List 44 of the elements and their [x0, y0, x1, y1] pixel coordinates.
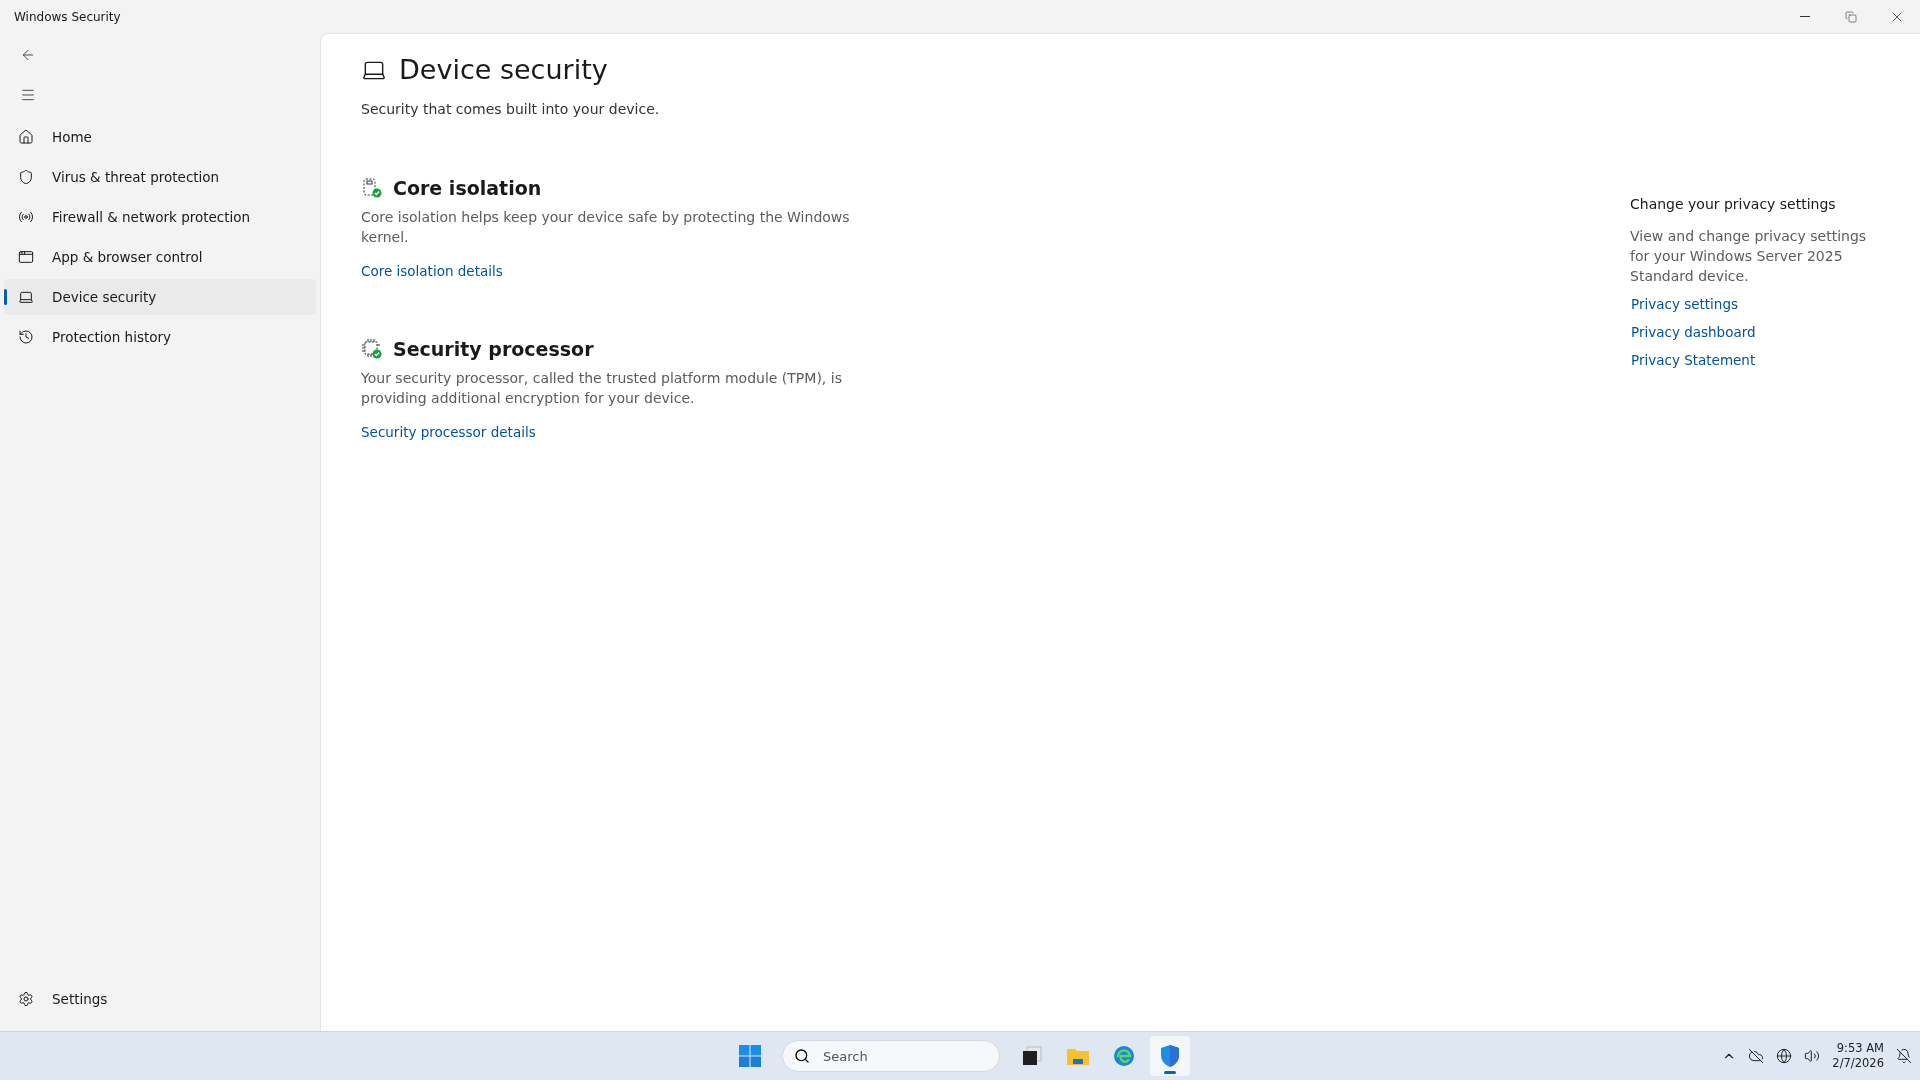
section-description: Core isolation helps keep your device safe by protecting the Windows kernel. [361, 208, 851, 247]
taskbar-search-field[interactable]: Search [782, 1040, 1000, 1072]
window-title: Windows Security [14, 9, 121, 24]
sidebar-item[interactable]: Home [4, 119, 316, 155]
sidebar-item[interactable]: Firewall & network protection [4, 199, 316, 235]
volume-icon[interactable] [1804, 1048, 1821, 1064]
history-icon [18, 329, 34, 345]
antenna-icon [18, 209, 34, 225]
privacy-link[interactable]: Privacy Statement [1631, 352, 1870, 368]
privacy-title: Change your privacy settings [1630, 196, 1837, 212]
page-subtitle: Security that comes built into your device. [361, 101, 661, 117]
section-description: Your security processor, called the trusted platform module (TPM), is providing additional encryption for your device. [361, 369, 843, 408]
section-title: Core isolation [393, 177, 542, 199]
settings-icon [18, 991, 34, 1007]
section-title: Security processor [393, 338, 594, 360]
shield-icon [1159, 1044, 1181, 1068]
globe-icon[interactable] [1776, 1048, 1793, 1064]
clock-time: 9:53 AM [1836, 1041, 1884, 1056]
settings-item[interactable]: Settings [4, 981, 316, 1017]
sidebar-item[interactable]: Protection history [4, 319, 316, 355]
core-isolation-icon [361, 177, 383, 199]
chip-icon [361, 338, 383, 360]
browser-icon [1113, 1045, 1135, 1067]
clock-date: 2/7/2026 [1832, 1056, 1884, 1071]
page-title: Device security [399, 54, 608, 85]
sidebar-item[interactable]: Device security [4, 279, 316, 315]
task-view-icon [1021, 1045, 1043, 1067]
bell-icon[interactable] [1896, 1048, 1912, 1064]
restore-icon [1845, 10, 1857, 23]
cloud-off-icon[interactable] [1748, 1048, 1765, 1064]
shield-icon [18, 169, 34, 185]
privacy-description: View and change privacy settings for your Windows Server 2025 Standard device. [1630, 227, 1868, 286]
details-link[interactable]: Core isolation details [361, 263, 503, 279]
menu-icon [20, 87, 36, 103]
minimize-icon [1800, 16, 1810, 17]
sidebar-item[interactable]: Virus & threat protection [4, 159, 316, 195]
window-icon [18, 249, 34, 265]
start-logo-icon [739, 1045, 761, 1067]
privacy-link[interactable]: Privacy dashboard [1631, 324, 1870, 340]
privacy-link[interactable]: Privacy settings [1631, 296, 1870, 312]
sidebar-item[interactable]: App & browser control [4, 239, 316, 275]
home-icon [18, 129, 34, 145]
details-link[interactable]: Security processor details [361, 424, 536, 440]
laptop-icon [18, 289, 34, 305]
